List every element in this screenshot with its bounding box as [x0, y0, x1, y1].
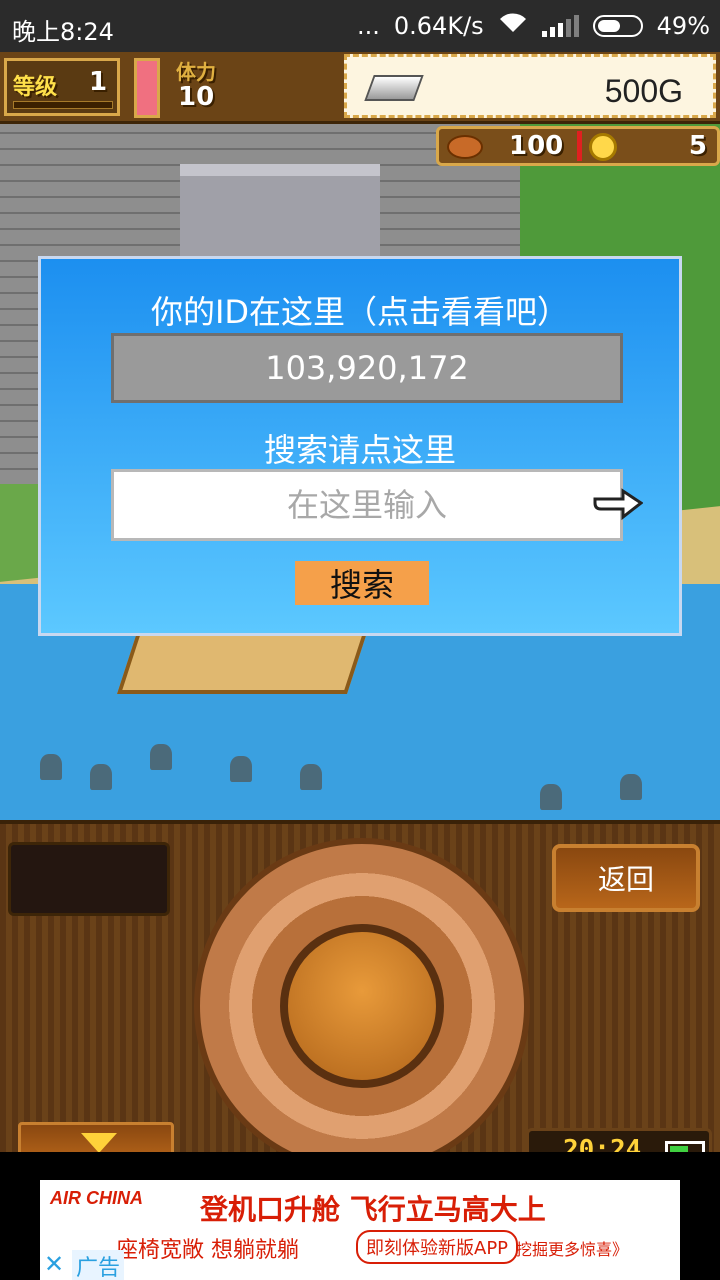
controller-panel: 返回 20:24: [0, 820, 720, 1174]
ad-line2: 座椅宽敞 想躺就躺: [116, 1238, 299, 1263]
silver-bar-icon: [364, 75, 424, 101]
ad-brand: AIR CHINA: [50, 1188, 143, 1208]
coin-value: 5: [688, 131, 707, 161]
more-dots-icon: ...: [357, 12, 380, 40]
search-hint: 搜索请点这里: [263, 431, 456, 469]
battery-percent: 49%: [656, 12, 710, 40]
ad-cta-button[interactable]: 即刻体验新版APP: [356, 1230, 519, 1264]
network-speed: 0.64K/s: [393, 12, 484, 40]
rock: [230, 756, 252, 782]
resource-divider: [577, 131, 582, 161]
level-progress-bar: [13, 101, 113, 109]
meat-icon: [447, 135, 483, 159]
rock: [300, 764, 322, 790]
resource-bar: 100 5: [436, 126, 720, 166]
stamina-value: 10: [178, 82, 215, 112]
search-button[interactable]: 搜索: [295, 561, 429, 605]
gold-panel: 500G: [344, 54, 716, 118]
ad-content[interactable]: AIR CHINA 登机口升舱 飞行立马高大上 座椅宽敞 想躺就躺 即刻体验新版…: [40, 1180, 680, 1280]
rock: [540, 784, 562, 810]
ad-more-link[interactable]: 挖掘更多惊喜》: [516, 1236, 628, 1260]
coin-icon: [589, 133, 617, 161]
dpad-center-button[interactable]: [280, 924, 444, 1088]
stamina-label: 体力: [176, 60, 216, 84]
rock: [90, 764, 112, 790]
controller-screen: [8, 842, 170, 916]
signal-icon: [541, 15, 579, 37]
player-id-box[interactable]: 103,920,172: [111, 333, 623, 403]
id-search-dialog: 你的ID在这里（点击看看吧） 103,920,172 搜索请点这里 搜索: [38, 256, 682, 636]
status-time: 晚上8:24: [12, 18, 114, 46]
ad-label: 广告: [72, 1250, 125, 1280]
wifi-icon: [498, 12, 528, 40]
game-hud: 等级 1 体力 10 500G: [0, 52, 720, 124]
rock: [40, 754, 62, 780]
rock: [150, 744, 172, 770]
gold-value: 500G: [604, 73, 683, 109]
battery-icon: [592, 15, 643, 37]
down-arrow-icon: [81, 1133, 117, 1153]
level-box: 等级 1: [4, 58, 120, 116]
ad-headline: 登机口升舱 飞行立马高大上: [200, 1193, 546, 1226]
hp-bar: [134, 58, 160, 118]
pointing-hand-icon: [593, 488, 643, 521]
level-value: 1: [89, 67, 108, 97]
search-input[interactable]: [111, 469, 623, 541]
status-right: ... 0.64K/s 49%: [357, 12, 710, 40]
back-button[interactable]: 返回: [552, 844, 700, 912]
status-bar: 晚上8:24 ... 0.64K/s 49%: [0, 0, 720, 52]
level-label: 等级: [13, 75, 58, 100]
ad-close-icon[interactable]: ✕: [44, 1250, 68, 1278]
rock: [620, 774, 642, 800]
meat-value: 100: [509, 131, 564, 161]
dialog-title: 你的ID在这里（点击看看吧）: [150, 293, 570, 331]
